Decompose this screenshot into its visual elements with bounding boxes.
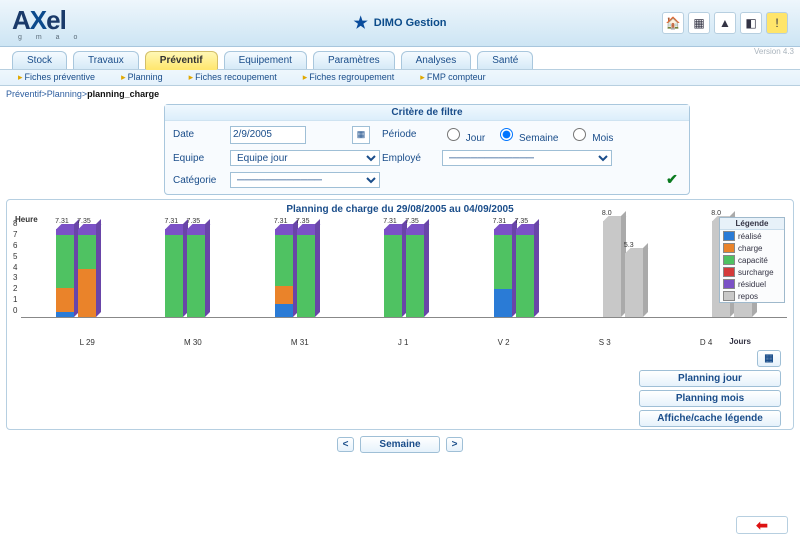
brand-center: ★ DIMO Gestion — [353, 13, 446, 33]
bar[interactable]: 7.31 — [165, 229, 183, 317]
week-nav: < Semaine > — [0, 436, 800, 453]
subtab[interactable]: ▸Fiches préventive — [18, 72, 95, 83]
bar[interactable]: 7.35 — [78, 229, 96, 317]
week-label[interactable]: Semaine — [360, 436, 439, 453]
tab-equipement[interactable]: Equipement — [224, 51, 307, 69]
chart-legend: Légende réaliséchargecapacitésurchargeré… — [719, 217, 785, 303]
day-group: 7.317.35 — [384, 229, 424, 317]
chart-container: Planning de charge du 29/08/2005 au 04/0… — [6, 199, 794, 430]
bar[interactable]: 8.0 — [603, 221, 621, 317]
calendar-button[interactable]: ▦ — [757, 350, 781, 367]
categorie-label: Catégorie — [173, 175, 228, 186]
filter-panel: Critère de filtre Date ▦ Période Jour Se… — [164, 104, 690, 195]
day-group: 7.317.35 — [494, 229, 534, 317]
next-week-button[interactable]: > — [446, 437, 464, 452]
subtab[interactable]: ▸Planning — [121, 72, 163, 83]
bar[interactable]: 7.31 — [384, 229, 402, 317]
bar[interactable]: 7.31 — [494, 229, 512, 317]
cube-icon[interactable]: ◧ — [740, 12, 762, 34]
prev-week-button[interactable]: < — [337, 437, 355, 452]
bar[interactable]: 7.31 — [56, 229, 74, 317]
periode-jour[interactable]: Jour — [442, 125, 485, 144]
bar[interactable]: 7.35 — [187, 229, 205, 317]
home-icon[interactable]: 🏠 — [662, 12, 684, 34]
breadcrumb: Préventif>Planning>planning_charge — [0, 86, 800, 102]
tab-travaux[interactable]: Travaux — [73, 51, 139, 69]
bar[interactable]: 7.35 — [297, 229, 315, 317]
tab-paramètres[interactable]: Paramètres — [313, 51, 395, 69]
tab-préventif[interactable]: Préventif — [145, 51, 218, 69]
calendar-icon[interactable]: ▦ — [352, 126, 370, 144]
warn-icon[interactable]: ! — [766, 12, 788, 34]
bar[interactable]: 7.35 — [516, 229, 534, 317]
toolbar-icons: 🏠 ▦ ▲ ◧ ! — [662, 12, 788, 34]
equipe-label: Equipe — [173, 153, 228, 164]
tab-stock[interactable]: Stock — [12, 51, 67, 69]
periode-label: Période — [382, 129, 440, 140]
back-arrow-button[interactable]: ⬅ — [736, 516, 788, 534]
toggle-legend-button[interactable]: Affiche/cache légende — [639, 410, 781, 427]
tab-santé[interactable]: Santé — [477, 51, 533, 69]
day-group: 7.317.35 — [165, 229, 205, 317]
periode-mois[interactable]: Mois — [568, 125, 613, 144]
apply-filter-icon[interactable]: ✔ — [663, 173, 681, 187]
legend-item: réalisé — [720, 230, 784, 242]
version-label: Version 4.3 — [754, 47, 794, 56]
top-banner: AXel g m a o ★ DIMO Gestion 🏠 ▦ ▲ ◧ ! Ve… — [0, 0, 800, 47]
main-tabs: Stock Travaux Préventif Equipement Paramètre… — [0, 47, 800, 69]
arrow-left-icon: ⬅ — [756, 517, 768, 534]
date-label: Date — [173, 129, 228, 140]
tab-analyses[interactable]: Analyses — [401, 51, 472, 69]
logo: AXel g m a o — [12, 5, 83, 41]
bar[interactable]: 7.35 — [406, 229, 424, 317]
filter-title: Critère de filtre — [165, 105, 689, 121]
blocks-icon[interactable]: ▦ — [688, 12, 710, 34]
planning-mois-button[interactable]: Planning mois — [639, 390, 781, 407]
legend-item: capacité — [720, 254, 784, 266]
y-axis: 876543210 — [13, 219, 17, 315]
subtab[interactable]: ▸Fiches regroupement — [303, 72, 395, 83]
sub-tabs: ▸Fiches préventive ▸Planning ▸Fiches recou… — [0, 69, 800, 86]
star-icon: ★ — [353, 13, 367, 33]
legend-item: résiduel — [720, 278, 784, 290]
date-input[interactable] — [230, 126, 306, 144]
periode-radios: Jour Semaine Mois — [442, 125, 681, 144]
legend-item: surcharge — [720, 266, 784, 278]
bar[interactable]: 5.3 — [625, 253, 643, 317]
equipe-select[interactable]: Equipe jour — [230, 150, 380, 166]
categorie-select[interactable]: ──────────── — [230, 172, 380, 188]
bar[interactable]: 7.31 — [275, 229, 293, 317]
subtab[interactable]: ▸FMP compteur — [420, 72, 485, 83]
day-group: 7.317.35 — [275, 229, 315, 317]
chart-plot: 7.317.357.317.357.317.357.317.357.317.35… — [21, 221, 787, 318]
day-group: 7.317.35 — [56, 229, 96, 317]
chart-title: Planning de charge du 29/08/2005 au 04/0… — [13, 204, 787, 215]
planning-jour-button[interactable]: Planning jour — [639, 370, 781, 387]
periode-semaine[interactable]: Semaine — [495, 125, 558, 144]
employe-label: Employé — [382, 153, 440, 164]
employe-select[interactable]: ──────────── — [442, 150, 612, 166]
legend-item: repos — [720, 290, 784, 302]
legend-item: charge — [720, 242, 784, 254]
cone-icon[interactable]: ▲ — [714, 12, 736, 34]
subtab[interactable]: ▸Fiches recoupement — [189, 72, 277, 83]
day-group: 8.05.3 — [603, 221, 643, 317]
